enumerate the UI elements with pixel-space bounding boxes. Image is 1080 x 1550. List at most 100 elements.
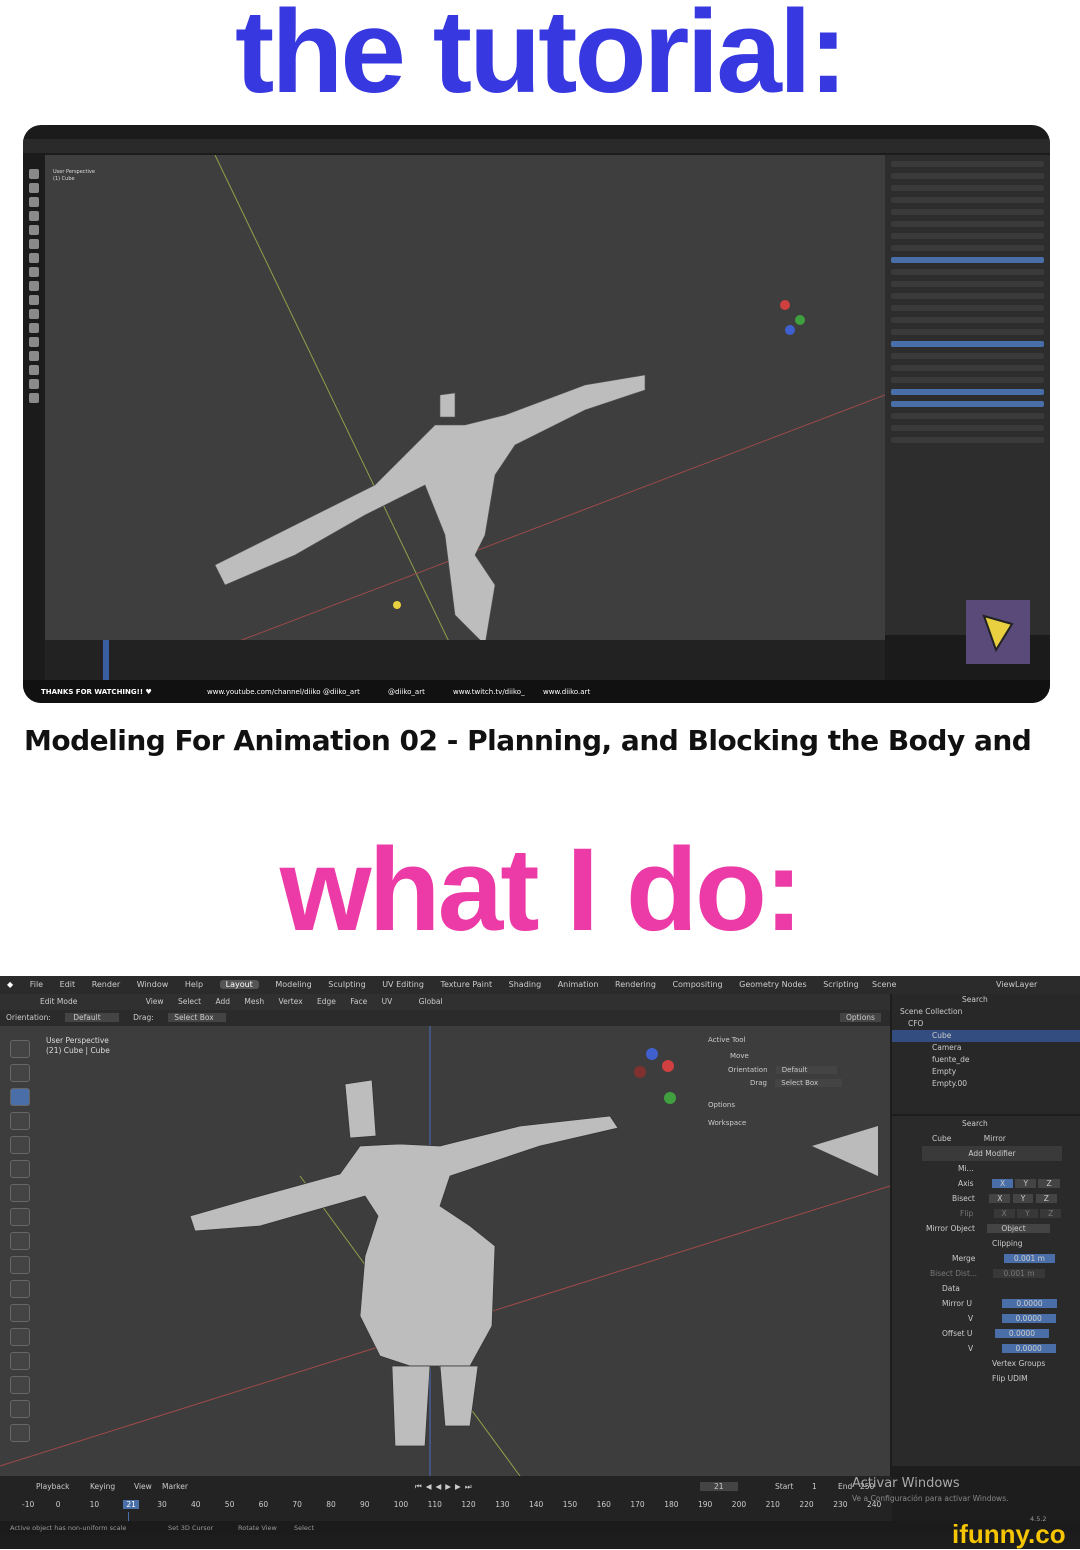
- tab-geometry-nodes[interactable]: Geometry Nodes: [739, 980, 806, 989]
- scene-selector[interactable]: Scene: [872, 980, 896, 989]
- inset-icon[interactable]: [29, 281, 39, 291]
- tab-scripting[interactable]: Scripting: [823, 980, 859, 989]
- select-box-icon[interactable]: [10, 1040, 30, 1058]
- vertex-groups-checkbox[interactable]: Vertex Groups: [892, 1356, 1080, 1371]
- inset-icon[interactable]: [10, 1280, 30, 1298]
- measure-icon[interactable]: [29, 253, 39, 263]
- tab-layout[interactable]: Layout: [219, 980, 259, 989]
- flip-udim-checkbox[interactable]: Flip UDIM: [892, 1371, 1080, 1386]
- options-button[interactable]: Options: [840, 1013, 881, 1022]
- menu-edge[interactable]: Edge: [317, 997, 336, 1006]
- annotate-icon[interactable]: [10, 1184, 30, 1202]
- transform-icon[interactable]: [10, 1160, 30, 1178]
- workspace-header[interactable]: Workspace: [708, 1119, 876, 1127]
- playhead[interactable]: [128, 1512, 129, 1521]
- start-field[interactable]: 1: [812, 1482, 817, 1491]
- orientation-global[interactable]: Global: [419, 997, 443, 1006]
- polybuild-icon[interactable]: [29, 337, 39, 347]
- offset-v-field[interactable]: 0.0000: [1001, 1344, 1056, 1353]
- data-panel-header[interactable]: Data: [892, 1281, 1080, 1296]
- outliner-item-camera[interactable]: Camera: [892, 1042, 1080, 1054]
- tab-texture-paint[interactable]: Texture Paint: [440, 980, 492, 989]
- bevel-icon[interactable]: [10, 1304, 30, 1322]
- menu-add[interactable]: Add: [215, 997, 230, 1006]
- outliner-item-cube[interactable]: Cube: [892, 1030, 1080, 1042]
- outliner-search[interactable]: Search: [892, 994, 1080, 1006]
- bisect-y-toggle[interactable]: Y: [1012, 1194, 1034, 1203]
- drag-dropdown[interactable]: Select Box: [168, 1013, 226, 1022]
- current-frame-field[interactable]: 21: [700, 1482, 738, 1491]
- drag-dropdown[interactable]: Select Box: [775, 1079, 843, 1087]
- menu-window[interactable]: Window: [137, 980, 169, 989]
- mirror-u-field[interactable]: 0.0000: [1002, 1299, 1057, 1308]
- bisect-z-toggle[interactable]: Z: [1035, 1194, 1057, 1203]
- active-tool-header[interactable]: Active Tool: [708, 1036, 876, 1044]
- mirror-object-field[interactable]: Object: [987, 1224, 1050, 1233]
- shear-icon[interactable]: [29, 379, 39, 389]
- outliner-item-empty[interactable]: Empty: [892, 1066, 1080, 1078]
- playback-controls[interactable]: ⏮◀◀▶▶⏭: [415, 1482, 476, 1492]
- twitter-link[interactable]: @diiko_art: [388, 688, 425, 696]
- tab-animation[interactable]: Animation: [558, 980, 599, 989]
- outliner-item-fuente[interactable]: fuente_de: [892, 1054, 1080, 1066]
- blender-icon[interactable]: ◆: [7, 980, 13, 989]
- keying-menu[interactable]: Keying: [90, 1482, 115, 1491]
- orientation-dropdown[interactable]: Default: [65, 1013, 119, 1022]
- outliner-item-empty00[interactable]: Empty.00: [892, 1078, 1080, 1090]
- tab-shading[interactable]: Shading: [509, 980, 542, 989]
- menu-select[interactable]: Select: [178, 997, 201, 1006]
- bevel-icon[interactable]: [29, 295, 39, 305]
- rip-icon[interactable]: [29, 393, 39, 403]
- instagram-link[interactable]: @diiko_art: [323, 688, 360, 696]
- cursor-icon[interactable]: [29, 169, 39, 179]
- clipping-checkbox[interactable]: Clipping: [892, 1236, 1080, 1251]
- mirror-v-field[interactable]: 0.0000: [1001, 1314, 1056, 1323]
- menu-face[interactable]: Face: [350, 997, 367, 1006]
- spin-icon[interactable]: [10, 1400, 30, 1418]
- spin-icon[interactable]: [29, 351, 39, 361]
- menu-render[interactable]: Render: [92, 980, 120, 989]
- viewlayer-selector[interactable]: ViewLayer: [996, 980, 1037, 989]
- knife-icon[interactable]: [29, 323, 39, 333]
- axis-z-toggle[interactable]: Z: [1038, 1179, 1060, 1188]
- menu-vertex[interactable]: Vertex: [279, 997, 303, 1006]
- add-modifier-button[interactable]: Add Modifier: [922, 1146, 1062, 1161]
- twitch-link[interactable]: www.twitch.tv/diiko_: [453, 688, 525, 696]
- flip-y-toggle[interactable]: Y: [1017, 1209, 1038, 1218]
- playback-menu[interactable]: Playback: [36, 1482, 69, 1491]
- cursor-icon[interactable]: [10, 1064, 30, 1082]
- flip-z-toggle[interactable]: Z: [1040, 1209, 1062, 1218]
- frame-ruler[interactable]: -10 0 10 21 30 40 50 60 70 80 90 100 110 120 130 140 150…: [0, 1500, 892, 1514]
- axis-x-toggle[interactable]: X: [991, 1179, 1014, 1188]
- add-cube-icon[interactable]: [10, 1232, 30, 1250]
- bisect-x-toggle[interactable]: X: [989, 1194, 1011, 1203]
- menu-view[interactable]: View: [146, 997, 164, 1006]
- knife-icon[interactable]: [10, 1352, 30, 1370]
- menu-help[interactable]: Help: [185, 980, 203, 989]
- extrude-icon[interactable]: [10, 1256, 30, 1274]
- menu-mesh[interactable]: Mesh: [244, 997, 264, 1006]
- flip-x-toggle[interactable]: X: [993, 1209, 1015, 1218]
- smooth-icon[interactable]: [29, 365, 39, 375]
- merge-field[interactable]: 0.001 m: [1003, 1254, 1055, 1263]
- youtube-link[interactable]: www.youtube.com/channel/diiko: [207, 688, 321, 696]
- measure-icon[interactable]: [10, 1208, 30, 1226]
- annotate-icon[interactable]: [29, 239, 39, 249]
- orientation-dropdown[interactable]: Default: [775, 1066, 838, 1074]
- mode-selector[interactable]: Edit Mode: [40, 997, 77, 1006]
- axis-y-toggle[interactable]: Y: [1015, 1179, 1037, 1188]
- bisect-distance-field[interactable]: 0.001 m: [993, 1269, 1045, 1278]
- menu-uv[interactable]: UV: [382, 997, 393, 1006]
- rotate-icon[interactable]: [29, 197, 39, 207]
- properties-search[interactable]: Search: [892, 1116, 1080, 1131]
- tab-rendering[interactable]: Rendering: [615, 980, 656, 989]
- scene-collection[interactable]: Scene Collection: [892, 1006, 1080, 1018]
- menu-file[interactable]: File: [30, 980, 43, 989]
- options-header[interactable]: Options: [708, 1101, 876, 1109]
- loopcut-icon[interactable]: [29, 309, 39, 319]
- polybuild-icon[interactable]: [10, 1376, 30, 1394]
- tab-uv-editing[interactable]: UV Editing: [382, 980, 424, 989]
- transform-icon[interactable]: [29, 225, 39, 235]
- menu-edit[interactable]: Edit: [60, 980, 76, 989]
- smooth-icon[interactable]: [10, 1424, 30, 1442]
